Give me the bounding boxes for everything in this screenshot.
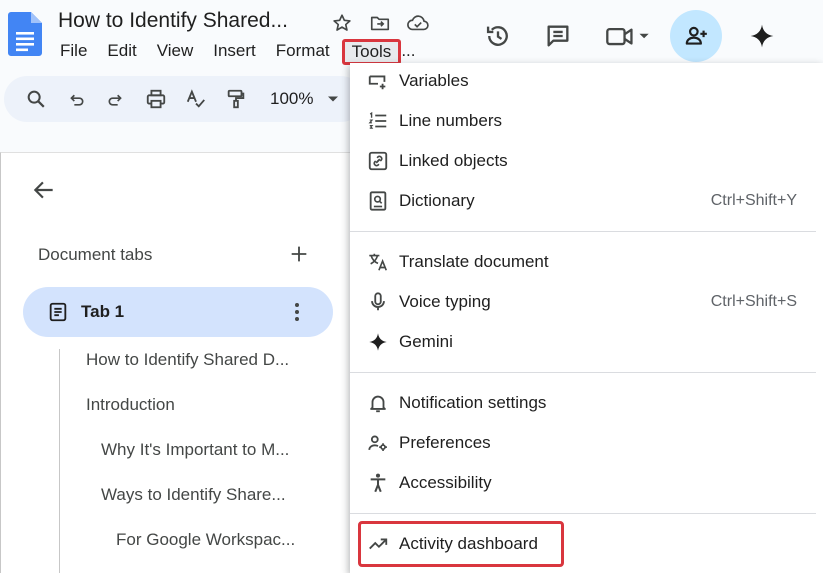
menu-format[interactable]: Format [266,39,340,65]
document-tab-icon [47,301,69,323]
accessibility-icon [367,472,389,494]
bell-icon [367,392,389,414]
translate-icon [367,251,389,273]
menu-item-line-numbers[interactable]: Line numbers [350,101,823,141]
tab-label: Tab 1 [81,302,125,321]
gemini-sparkle-icon [367,331,389,353]
menu-separator [350,372,816,373]
comments-icon[interactable] [536,14,580,58]
google-docs-logo-icon[interactable] [8,12,42,56]
menu-item-translate-document[interactable]: Translate document [350,242,823,282]
outline-item[interactable]: For Google Workspac... [116,530,295,550]
outline-guide-line [59,349,60,573]
variables-icon [367,70,389,92]
menu-insert[interactable]: Insert [203,39,266,65]
outline-item[interactable]: Why It's Important to M... [101,440,289,460]
search-menus-icon[interactable] [22,85,50,113]
microphone-icon [367,291,389,313]
line-numbers-icon [367,110,389,132]
redo-icon[interactable] [102,85,130,113]
preferences-icon [367,432,389,454]
dictionary-shortcut: Ctrl+Shift+Y [710,192,797,209]
cloud-saved-icon[interactable] [406,11,430,35]
linked-objects-icon [367,150,389,172]
outline-item[interactable]: How to Identify Shared D... [86,350,289,370]
meet-video-icon[interactable] [600,14,656,58]
menu-separator [350,513,816,514]
voice-typing-shortcut: Ctrl+Shift+S [710,293,797,310]
document-outline-panel: Document tabs Tab 1 How to Identify Shar… [0,152,350,573]
outline-item[interactable]: Introduction [86,395,175,415]
print-icon[interactable] [142,85,170,113]
undo-icon[interactable] [62,85,90,113]
back-arrow-icon[interactable] [31,177,57,203]
share-add-person-icon[interactable] [670,10,722,62]
paint-format-icon[interactable] [222,85,250,113]
add-tab-plus-icon[interactable] [288,243,310,265]
menu-item-accessibility[interactable]: Accessibility [350,463,823,503]
dictionary-icon [367,190,389,212]
menu-separator [350,231,816,232]
menu-item-dictionary[interactable]: Dictionary Ctrl+Shift+Y [350,181,823,221]
more-vert-icon[interactable] [287,301,307,323]
tab-1[interactable]: Tab 1 [23,287,333,337]
menu-item-gemini[interactable]: Gemini [350,322,823,362]
version-history-icon[interactable] [476,14,520,58]
menu-item-notification-settings[interactable]: Notification settings [350,383,823,423]
zoom-select[interactable]: 100% [270,89,313,109]
menu-file[interactable]: File [50,39,97,65]
menu-view[interactable]: View [147,39,204,65]
menu-item-variables[interactable]: Variables [350,61,823,101]
gemini-sparkle-icon[interactable] [740,14,784,58]
document-title[interactable]: How to Identify Shared... [58,9,288,33]
activity-dashboard-highlight [358,521,564,567]
star-icon[interactable] [330,11,354,35]
move-folder-icon[interactable] [368,11,392,35]
menu-item-preferences[interactable]: Preferences [350,423,823,463]
menu-item-linked-objects[interactable]: Linked objects [350,141,823,181]
tools-menu-dropdown: Variables Line numbers Linked objects Di… [350,63,823,573]
outline-item[interactable]: Ways to Identify Share... [101,485,286,505]
document-tabs-heading: Document tabs [38,245,153,264]
menu-edit[interactable]: Edit [97,39,146,65]
menu-item-voice-typing[interactable]: Voice typing Ctrl+Shift+S [350,282,823,322]
zoom-dropdown-icon[interactable] [325,85,341,113]
formatting-toolbar: 100% [4,76,364,122]
spelling-check-icon[interactable] [182,85,210,113]
